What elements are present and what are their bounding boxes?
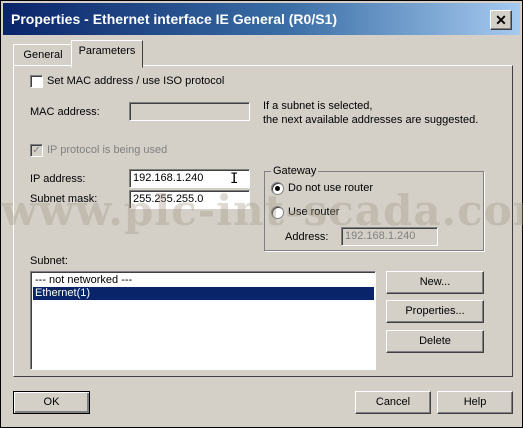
router-address-input[interactable]: 192.168.1.240 [341,227,438,246]
close-button[interactable]: ✕ [490,10,512,30]
check-icon: ✓ [32,145,41,156]
use-router-label: Use router [288,206,340,218]
use-router-radio[interactable] [271,206,284,219]
delete-subnet-button[interactable]: Delete [386,330,484,353]
subnet-properties-button[interactable]: Properties... [386,300,484,323]
ip-protocol-label: IP protocol is being used [47,144,168,156]
list-item-label: Ethernet(1) [35,287,91,299]
ip-protocol-checkbox[interactable]: ✓ [30,144,43,157]
ok-button[interactable]: OK [13,391,90,414]
cancel-button[interactable]: Cancel [355,391,431,414]
subnet-list[interactable]: --- not networked --- Ethernet(1) [30,271,376,370]
text-cursor-icon: I [230,171,239,187]
list-item-label: --- not networked --- [35,274,133,286]
list-item[interactable]: Ethernet(1) [33,287,374,300]
set-mac-label: Set MAC address / use ISO protocol [47,75,225,87]
new-subnet-button[interactable]: New... [386,271,484,294]
set-mac-checkbox[interactable] [30,75,43,88]
router-address-label: Address: [285,231,329,243]
mac-address-label: MAC address: [30,106,100,118]
tab-parameters-label: Parameters [78,45,136,57]
help-button[interactable]: Help [437,391,513,414]
gateway-title: Gateway [271,165,319,177]
properties-dialog: Properties - Ethernet interface IE Gener… [0,0,523,428]
subnet-mask-label: Subnet mask: [30,193,98,205]
tab-general-label: General [23,49,63,61]
mac-hint-line1: If a subnet is selected, [263,100,373,112]
subnet-label: Subnet: [30,255,68,267]
window-title: Properties - Ethernet interface IE Gener… [11,11,337,27]
mac-address-field[interactable] [129,102,250,121]
no-router-label: Do not use router [288,182,373,194]
ip-address-label: IP address: [30,173,86,185]
subnet-mask-input[interactable]: 255.255.255.0 [129,190,250,209]
list-item[interactable]: --- not networked --- [33,274,374,287]
tab-parameters[interactable]: Parameters [71,40,143,68]
title-bar[interactable]: Properties - Ethernet interface IE Gener… [3,3,520,35]
close-icon: ✕ [495,12,507,28]
mac-hint-line2: the next available addresses are suggest… [263,114,479,126]
no-router-radio[interactable] [271,182,284,195]
